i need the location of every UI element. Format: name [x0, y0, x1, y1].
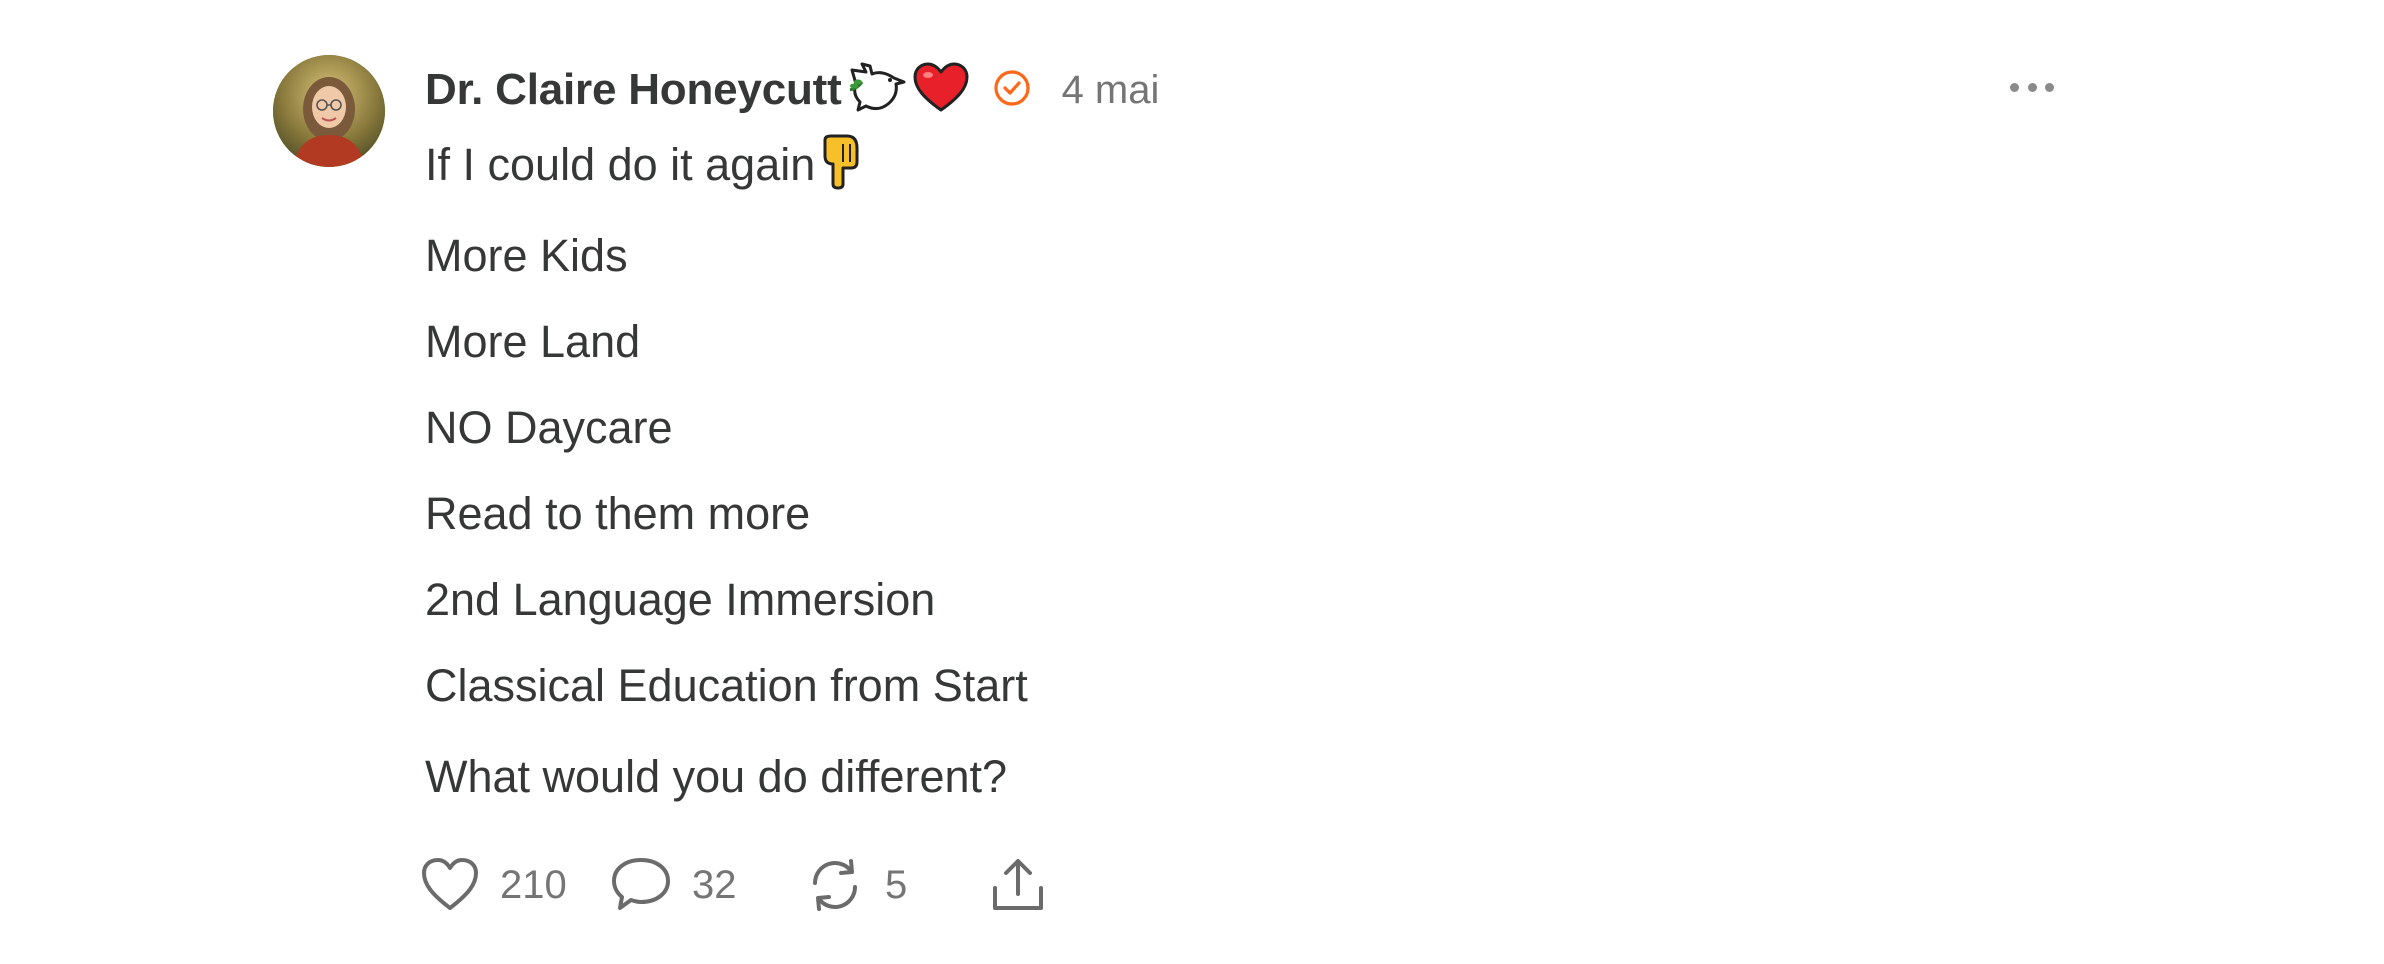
action-bar: 210 32 5 — [420, 850, 1046, 920]
list-item: More Kids — [425, 230, 628, 281]
author-name[interactable]: Dr. Claire Honeycutt — [425, 65, 842, 115]
share-icon — [990, 856, 1046, 914]
comment-icon — [610, 856, 672, 914]
check-circle-icon — [992, 68, 1032, 113]
like-count: 210 — [500, 862, 567, 907]
post-header: Dr. Claire Honeycutt 4 mai — [425, 58, 1159, 122]
restack-icon — [805, 857, 865, 913]
heart-outline-icon — [420, 857, 480, 913]
note-post: Dr. Claire Honeycutt 4 mai If I could do… — [0, 0, 2384, 964]
intro-text: If I could do it again — [425, 139, 816, 190]
heart-icon — [912, 62, 970, 119]
pointing-down-icon — [817, 134, 861, 201]
list-item: 2nd Language Immersion — [425, 574, 936, 625]
post-intro: If I could do it again — [425, 134, 861, 201]
post-date[interactable]: 4 mai — [1062, 68, 1160, 113]
list-item: More Land — [425, 316, 641, 367]
post-question: What would you do different? — [425, 751, 1008, 802]
share-button[interactable] — [990, 856, 1046, 914]
list-item: NO Daycare — [425, 402, 673, 453]
comment-button[interactable]: 32 — [610, 856, 805, 914]
dove-icon — [848, 60, 906, 121]
list-item: Classical Education from Start — [425, 660, 1028, 711]
more-options-button[interactable] — [2010, 74, 2054, 100]
avatar[interactable] — [273, 55, 385, 167]
restack-button[interactable]: 5 — [805, 857, 990, 913]
comment-count: 32 — [692, 862, 737, 907]
restack-count: 5 — [885, 862, 908, 907]
avatar-photo — [273, 55, 385, 167]
ellipsis-icon — [2010, 82, 2019, 92]
list-item: Read to them more — [425, 488, 811, 539]
like-button[interactable]: 210 — [420, 857, 610, 913]
